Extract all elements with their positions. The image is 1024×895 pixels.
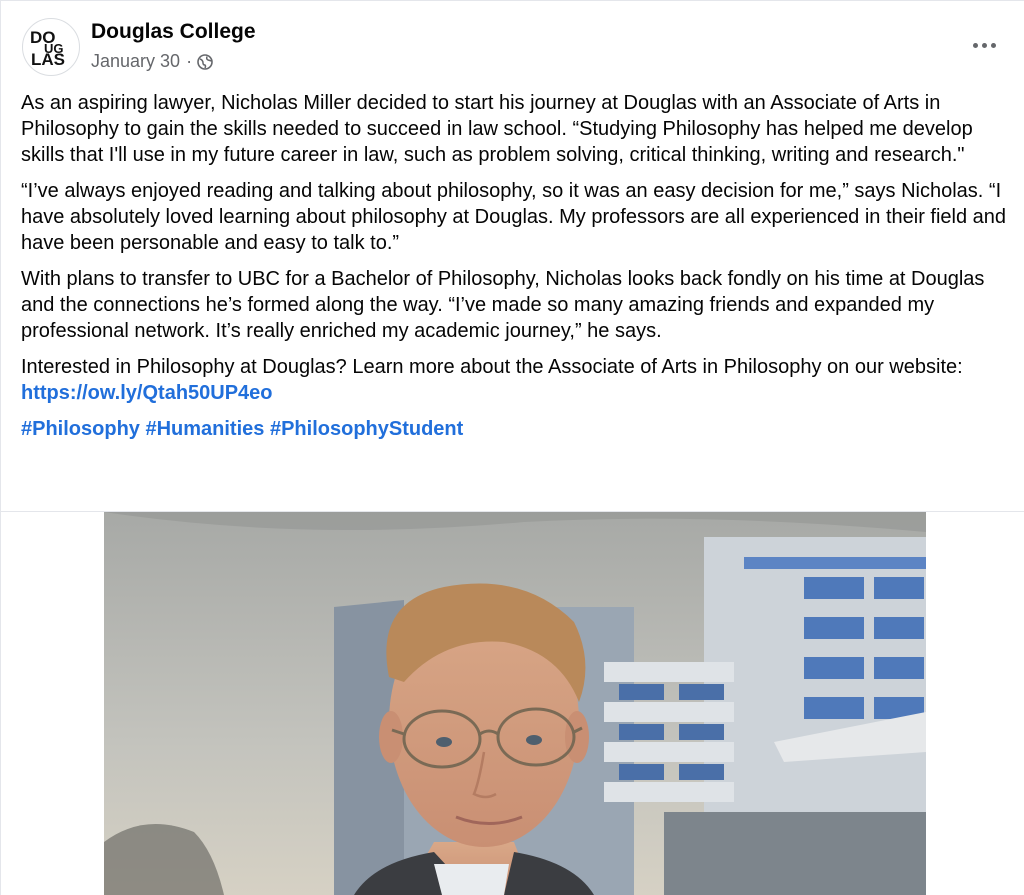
page-avatar[interactable]: DO UG LAS [22,18,80,76]
student-portrait-image [104,512,926,895]
website-link[interactable]: https://ow.ly/Qtah50UP4eo [21,382,273,404]
post-photo[interactable] [104,512,926,895]
hashtag-humanities[interactable]: #Humanities [145,418,264,440]
hashtags: #Philosophy #Humanities #PhilosophyStude… [21,416,1011,442]
hashtag-philosophystudent[interactable]: #PhilosophyStudent [270,418,463,440]
cta-text: Interested in Philosophy at Douglas? Lea… [21,356,963,378]
post-left-border [0,0,1,895]
post-paragraph: As an aspiring lawyer, Nicholas Miller d… [21,92,973,166]
post-top-border [0,0,1024,1]
globe-icon[interactable] [197,53,213,70]
page-name[interactable]: Douglas College [91,20,256,44]
post-paragraph: “I’ve always enjoyed reading and talking… [21,180,1007,254]
hashtag-philosophy[interactable]: #Philosophy [21,418,140,440]
post-date[interactable]: January 30 [91,51,180,72]
facebook-post: DO UG LAS Douglas College January 30 · A… [0,0,1024,895]
post-paragraph: With plans to transfer to UBC for a Bach… [21,268,985,342]
svg-text:LAS: LAS [31,50,65,69]
more-options-icon [972,42,978,48]
more-options-button[interactable] [964,30,1004,60]
post-cta: Interested in Philosophy at Douglas? Lea… [21,354,1011,406]
more-options-dot [981,42,987,48]
meta-separator: · [186,51,193,71]
douglas-logo-icon: DO UG LAS [30,28,65,69]
post-meta: January 30 · [91,51,213,72]
more-options-dot [990,42,996,48]
post-body: As an aspiring lawyer, Nicholas Miller d… [21,90,1011,452]
